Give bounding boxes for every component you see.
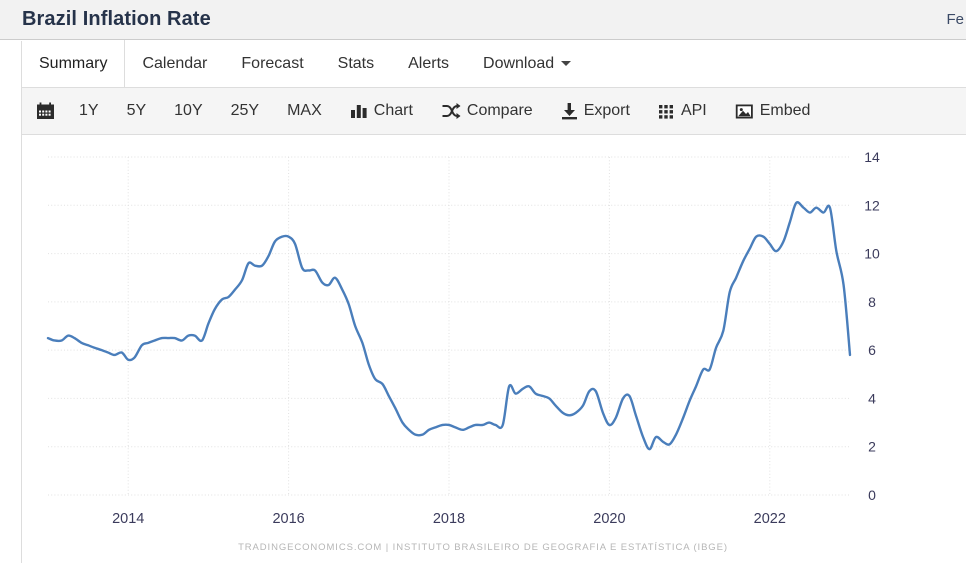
api-button[interactable]: API [644,88,721,134]
tab-alerts[interactable]: Alerts [391,40,466,87]
chart-source-attribution: TRADINGECONOMICS.COM | INSTITUTO BRASILE… [238,542,728,553]
y-tick-label: 12 [864,197,880,213]
range-1y-button[interactable]: 1Y [65,88,113,134]
tab-summary[interactable]: Summary [22,40,126,87]
x-tick-label: 2014 [112,511,144,527]
range-5y-button[interactable]: 5Y [113,88,161,134]
tab-calendar-label: Calendar [142,54,208,72]
tab-forecast[interactable]: Forecast [224,40,320,87]
range-25y-label: 25Y [230,102,260,119]
export-button[interactable]: Export [547,88,644,134]
chart-series [46,201,852,451]
x-tick-label: 2016 [272,511,304,527]
page-title: Brazil Inflation Rate [22,8,211,30]
tab-calendar[interactable]: Calendar [125,40,224,87]
y-tick-label: 2 [868,439,876,455]
tab-stats[interactable]: Stats [321,40,391,87]
x-tick-label: 2018 [433,511,465,527]
api-label: API [680,102,707,119]
x-axis-labels: 2014 2016 2018 2020 2022 [112,511,786,527]
chevron-down-icon [561,61,572,66]
embed-label: Embed [759,102,811,119]
y-axis-labels: 0 2 4 6 8 10 12 14 [864,149,880,503]
page-header: Brazil Inflation Rate Fe [0,0,966,40]
range-25y-button[interactable]: 25Y [217,88,273,134]
chart-type-button[interactable]: Chart [336,88,427,134]
range-max-label: MAX [287,102,322,119]
series-line [46,201,852,451]
y-tick-label: 8 [868,294,876,310]
x-tick-label: 2022 [754,511,786,527]
export-label: Export [583,102,630,119]
compare-icon [441,102,461,120]
inflation-line-chart: 0 2 4 6 8 10 12 14 2014 2016 2018 2020 2022 [46,149,880,527]
calendar-icon [36,102,55,121]
tab-download-label: Download [483,54,555,72]
tab-stats-label: Stats [337,54,375,72]
bar-chart-icon [350,102,368,120]
tab-summary-label: Summary [39,54,108,72]
api-grid-icon [658,103,675,120]
chart-toolbar: 1Y 5Y 10Y 25Y MAX Chart Compare Export A… [0,88,966,135]
export-icon [561,102,578,120]
tab-download[interactable]: Download [466,40,588,87]
range-max-button[interactable]: MAX [273,88,336,134]
left-gutter [0,41,22,563]
embed-button[interactable]: Embed [721,88,825,134]
embed-image-icon [735,103,754,120]
y-tick-label: 0 [868,487,876,503]
y-tick-label: 4 [868,390,876,406]
tab-bar: Summary Calendar Forecast Stats Alerts D… [0,40,966,88]
calendar-button[interactable] [22,88,65,134]
compare-label: Compare [466,102,533,119]
y-tick-label: 10 [864,246,880,262]
tab-alerts-label: Alerts [408,54,450,72]
chart-area[interactable]: 0 2 4 6 8 10 12 14 2014 2016 2018 2020 2022 [22,137,966,563]
tab-forecast-label: Forecast [241,54,304,72]
range-1y-label: 1Y [79,102,99,119]
y-tick-label: 14 [864,149,880,165]
chart-type-label: Chart [373,102,413,119]
range-10y-label: 10Y [174,102,203,119]
x-tick-label: 2020 [593,511,625,527]
range-10y-button[interactable]: 10Y [160,88,216,134]
compare-button[interactable]: Compare [427,88,547,134]
header-right-text: Fe [946,11,964,28]
chart-gridlines [48,156,850,496]
y-tick-label: 6 [868,342,876,358]
range-5y-label: 5Y [126,102,147,119]
